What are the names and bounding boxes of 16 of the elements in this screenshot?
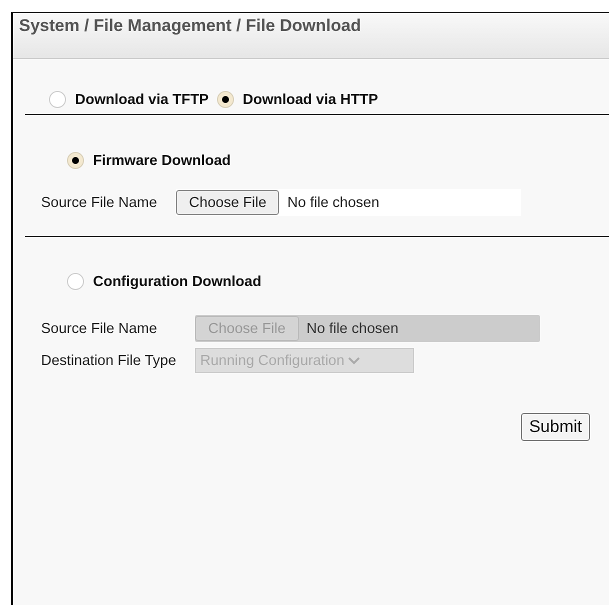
- file-status: No file chosen: [306, 320, 398, 336]
- radio-label: Download via TFTP: [75, 92, 209, 108]
- radio-label: Download via HTTP: [242, 92, 378, 108]
- submit-button[interactable]: Submit: [521, 413, 590, 441]
- field-label: Source File Name: [41, 194, 158, 210]
- radio-label: Firmware Download: [93, 152, 231, 168]
- field-label: Source File Name: [41, 320, 158, 336]
- radio-button[interactable]: [67, 152, 84, 169]
- choose-file-button[interactable]: Choose File: [176, 190, 280, 215]
- chevron-down-icon: [348, 356, 360, 364]
- radio-label: Configuration Download: [93, 274, 262, 290]
- radio-button[interactable]: [49, 91, 66, 108]
- file-status: No file chosen: [287, 194, 380, 210]
- field-label: Destination File Type: [41, 352, 176, 368]
- radio-button[interactable]: [216, 91, 234, 108]
- file-input[interactable]: Choose File No file chosen: [176, 189, 522, 216]
